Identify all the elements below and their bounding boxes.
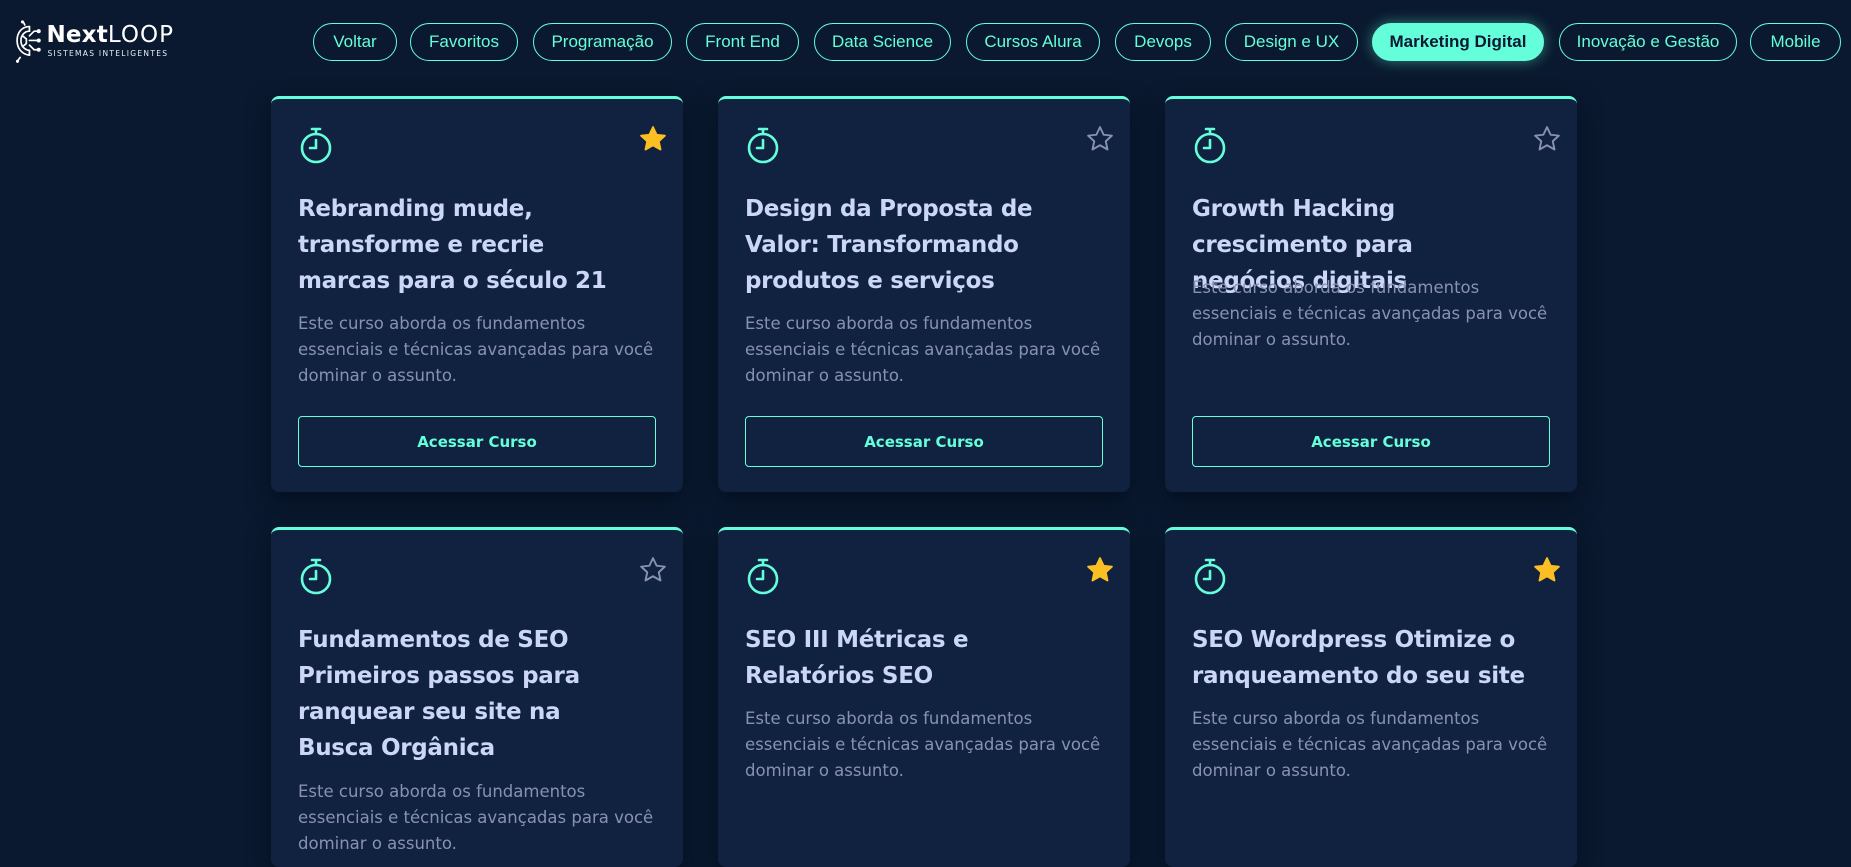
nav-design-ux-button[interactable]: Design e UX (1225, 23, 1358, 61)
nav-inovacao-gestao-button[interactable]: Inovação e Gestão (1559, 23, 1737, 61)
nav-voltar-button[interactable]: Voltar (313, 23, 397, 61)
course-description: Este curso aborda os fundamentos essenci… (745, 314, 1101, 385)
star-favorite-icon[interactable] (1532, 555, 1562, 585)
stopwatch-icon (1194, 558, 1226, 595)
star-favorite-icon[interactable] (1532, 124, 1562, 154)
stopwatch-icon (747, 127, 779, 164)
stopwatch-icon (747, 558, 779, 595)
nav-favoritos-button[interactable]: Favoritos (410, 23, 518, 61)
nav-mobile-button[interactable]: Mobile (1750, 23, 1841, 61)
access-course-button[interactable]: Acessar Curso (298, 416, 656, 467)
course-description: Este curso aborda os fundamentos essenci… (298, 782, 654, 853)
nav-marketing-digital-button[interactable]: Marketing Digital (1372, 23, 1544, 61)
course-title: Rebranding mude, transforme e recrie mar… (298, 196, 607, 294)
star-favorite-icon[interactable] (1085, 124, 1115, 154)
course-card: Fundamentos de SEO Primeiros passos para… (271, 527, 683, 867)
nav-data-science-button[interactable]: Data Science (814, 23, 951, 61)
course-card: SEO Wordpress Otimize o ranqueamento do … (1165, 527, 1577, 867)
nav-devops-button[interactable]: Devops (1115, 23, 1211, 61)
course-description: Este curso aborda os fundamentos essenci… (1192, 709, 1548, 780)
course-description: Este curso aborda os fundamentos essenci… (1192, 278, 1548, 349)
nav-cursos-alura-button[interactable]: Cursos Alura (966, 23, 1100, 61)
nav-front-end-button[interactable]: Front End (686, 23, 799, 61)
access-course-button[interactable]: Acessar Curso (1192, 416, 1550, 467)
star-favorite-icon[interactable] (1085, 555, 1115, 585)
course-card: Design da Proposta de Valor: Transforman… (718, 96, 1130, 492)
stopwatch-icon (300, 558, 332, 595)
star-favorite-icon[interactable] (638, 555, 668, 585)
course-title: Design da Proposta de Valor: Transforman… (745, 196, 1033, 294)
course-card: Rebranding mude, transforme e recrie mar… (271, 96, 683, 492)
access-course-button[interactable]: Acessar Curso (745, 416, 1103, 467)
nav-programacao-button[interactable]: Programação (533, 23, 672, 61)
stopwatch-icon (1194, 127, 1226, 164)
top-header: NextLoop SISTEMAS INTELIGENTES Voltar Fa… (0, 0, 1851, 84)
star-favorite-icon[interactable] (638, 124, 668, 154)
stopwatch-icon (300, 127, 332, 164)
course-title: SEO Wordpress Otimize o ranqueamento do … (1192, 627, 1525, 689)
course-card: Growth Hacking crescimento para negócios… (1165, 96, 1577, 492)
category-nav: Voltar Favoritos Programação Front End D… (0, 23, 1851, 61)
course-card: SEO III Métricas e Relatórios SEO Este c… (718, 527, 1130, 867)
course-title: Fundamentos de SEO Primeiros passos para… (298, 627, 580, 761)
course-description: Este curso aborda os fundamentos essenci… (298, 314, 654, 385)
course-title: SEO III Métricas e Relatórios SEO (745, 627, 969, 689)
course-description: Este curso aborda os fundamentos essenci… (745, 709, 1101, 780)
